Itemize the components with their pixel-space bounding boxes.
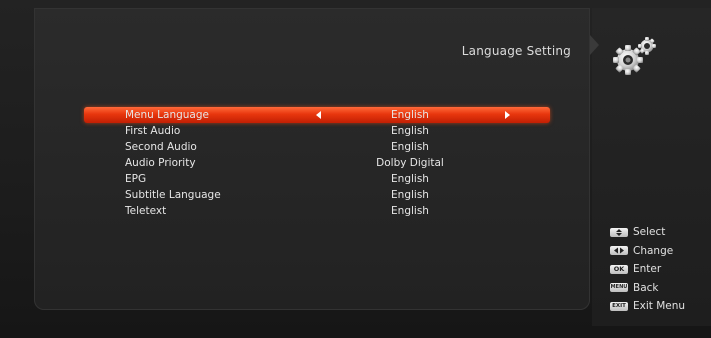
help-text: Exit Menu (633, 300, 686, 313)
help-select: Select (610, 223, 685, 242)
row-value: English (391, 205, 429, 217)
first-audio-row[interactable]: First Audio English (84, 123, 550, 139)
epg-row[interactable]: EPG English (84, 171, 550, 187)
subtitle-language-row[interactable]: Subtitle Language English (84, 187, 550, 203)
row-label: Teletext (125, 205, 167, 217)
help-text: Back (633, 281, 659, 294)
page-title: Language Setting (461, 44, 571, 58)
row-value: English (391, 173, 429, 185)
help-text: Change (633, 244, 674, 257)
row-label: Second Audio (125, 141, 197, 153)
row-label: EPG (125, 173, 147, 185)
help-text: Select (633, 226, 666, 239)
help-text: Enter (633, 263, 662, 276)
tv-screen: Language Setting Menu Language English F… (0, 0, 711, 338)
help-back: MENU Back (610, 279, 685, 298)
arrow-left-icon[interactable] (316, 111, 321, 119)
row-value: English (391, 125, 429, 137)
row-label: Menu Language (125, 109, 209, 121)
help-enter: OK Enter (610, 260, 685, 279)
row-label: Subtitle Language (125, 189, 221, 201)
left-right-icon (610, 246, 628, 256)
gears-icon (610, 36, 660, 78)
settings-list: Menu Language English First Audio Englis… (84, 107, 550, 219)
row-value: English (391, 141, 429, 153)
menu-key-icon: MENU (610, 283, 628, 293)
second-audio-row[interactable]: Second Audio English (84, 139, 550, 155)
help-change: Change (610, 242, 685, 261)
row-value: English (391, 109, 429, 121)
row-value: Dolby Digital (376, 157, 444, 169)
menu-language-row[interactable]: Menu Language English (84, 107, 550, 123)
teletext-row[interactable]: Teletext English (84, 203, 550, 219)
audio-priority-row[interactable]: Audio Priority Dolby Digital (84, 155, 550, 171)
key-help: Select Change OK Enter MENU Back EXIT Ex… (610, 223, 685, 316)
up-down-icon (610, 227, 628, 237)
ok-key-icon: OK (610, 264, 628, 274)
row-label: First Audio (125, 125, 181, 137)
row-label: Audio Priority (125, 157, 196, 169)
arrow-right-icon[interactable] (505, 111, 510, 119)
exit-key-icon: EXIT (610, 301, 628, 311)
title-pointer-icon (590, 35, 599, 55)
help-exit: EXIT Exit Menu (610, 297, 685, 316)
row-value: English (391, 189, 429, 201)
